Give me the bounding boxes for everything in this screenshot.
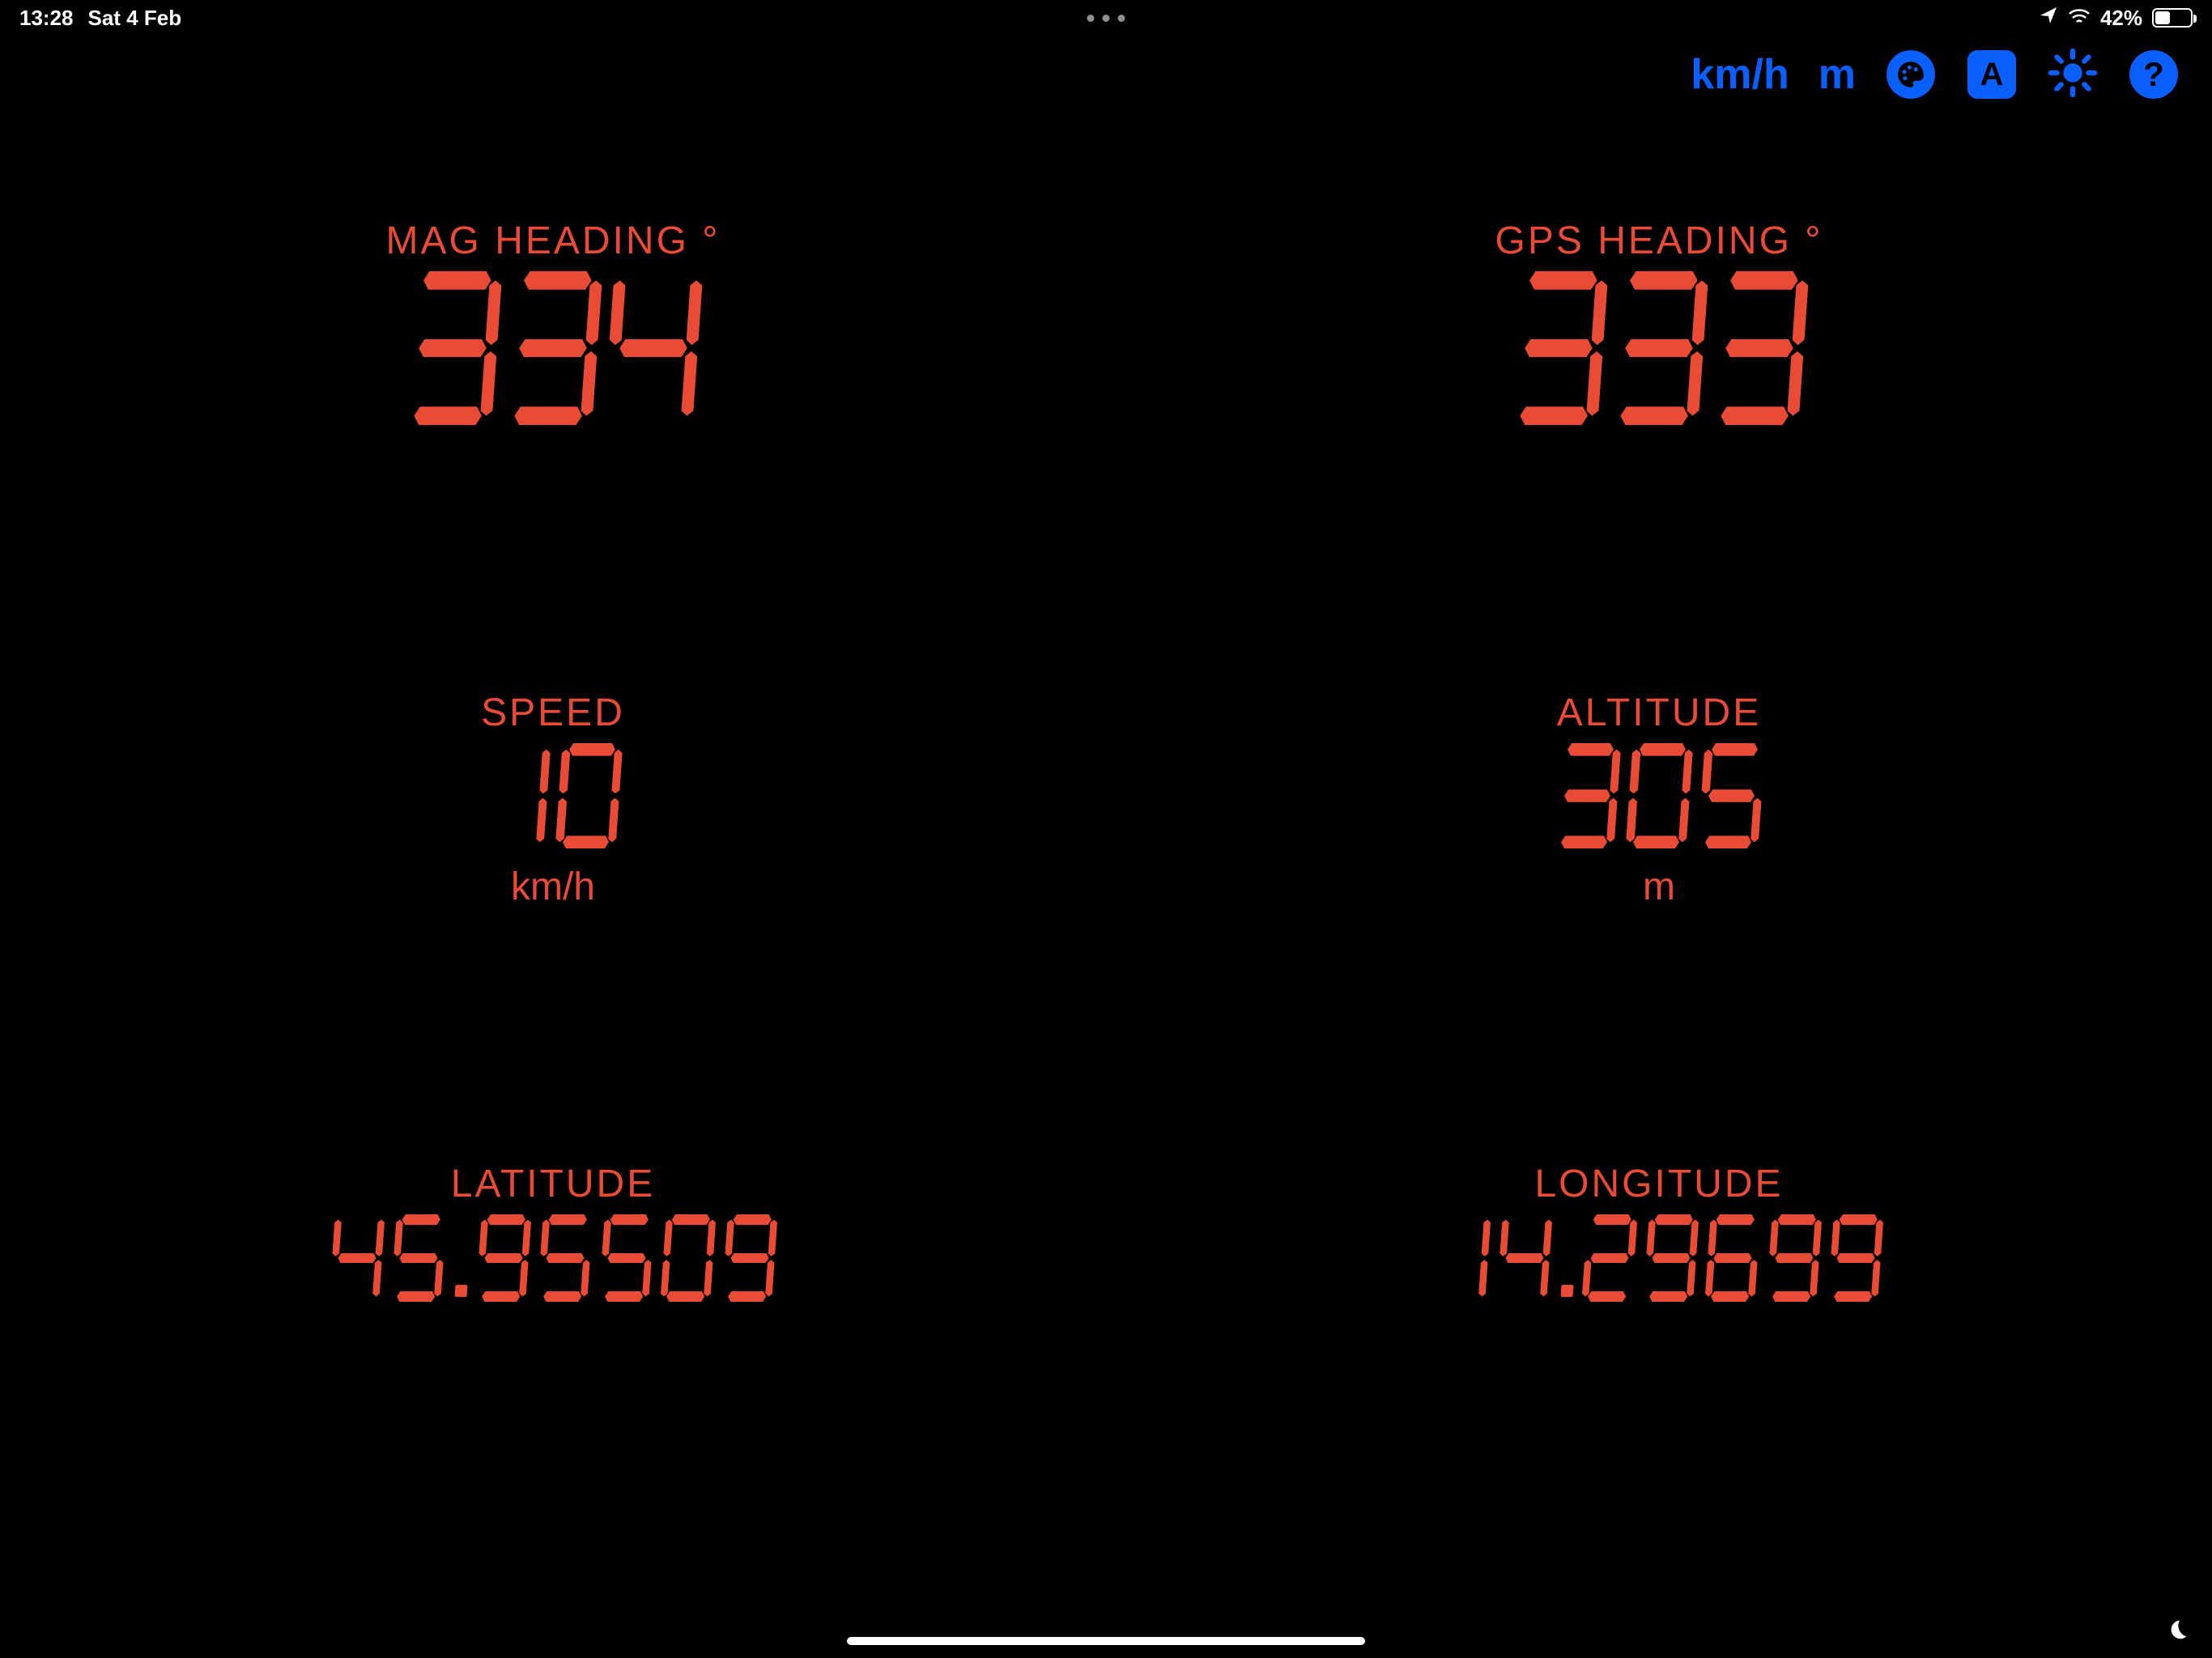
longitude-cell[interactable]: LONGITUDE [1106,1105,2212,1577]
gps-heading-value [1514,271,1804,425]
speed-unit-button[interactable]: km/h [1691,50,1789,99]
help-button[interactable]: ? [2128,49,2180,100]
status-bar: 13:28 Sat 4 Feb 42% [0,0,2212,36]
font-button[interactable]: A [1966,49,2018,100]
latitude-value [332,1214,775,1302]
altitude-cell[interactable]: ALTITUDE m [1106,634,2212,1106]
battery-fill [2155,11,2170,24]
toolbar: km/h m A ? [1691,49,2180,100]
gps-heading-label: GPS HEADING ° [1495,219,1823,263]
wifi-icon [2068,6,2091,31]
theme-button[interactable] [1885,49,1937,100]
longitude-label: LONGITUDE [1534,1162,1783,1206]
latitude-cell[interactable]: LATITUDE [0,1105,1106,1577]
altitude-unit-button[interactable]: m [1819,50,1856,99]
battery-icon [2152,8,2193,28]
palette-icon [1887,50,1935,99]
question-icon: ? [2129,50,2178,99]
battery-label: 42% [2100,6,2142,31]
altitude-unit: m [1643,865,1675,909]
speed-label: SPEED [481,691,625,735]
mag-heading-cell[interactable]: MAG HEADING ° [0,162,1106,634]
do-not-disturb-icon [2163,1616,2191,1643]
status-date: Sat 4 Feb [88,6,182,31]
readouts-grid: MAG HEADING ° GPS HEADING ° SPEED km/h A… [0,162,2212,1577]
brightness-button[interactable] [2047,49,2099,100]
status-time: 13:28 [19,6,74,31]
mag-heading-label: MAG HEADING ° [386,219,721,263]
altitude-label: ALTITUDE [1557,691,1761,735]
speed-cell[interactable]: SPEED km/h [0,634,1106,1106]
gps-heading-cell[interactable]: GPS HEADING ° [1106,162,2212,634]
speed-unit: km/h [511,865,595,909]
mag-heading-value [408,271,698,425]
multitask-dots[interactable] [1087,15,1125,22]
latitude-label: LATITUDE [451,1162,655,1206]
sun-icon [2048,48,2098,102]
longitude-value [1438,1214,1881,1302]
home-indicator[interactable] [847,1637,1365,1645]
altitude-value [1557,743,1762,848]
location-icon [2039,6,2058,31]
letter-a-icon: A [1967,50,2016,99]
speed-value [487,743,619,848]
